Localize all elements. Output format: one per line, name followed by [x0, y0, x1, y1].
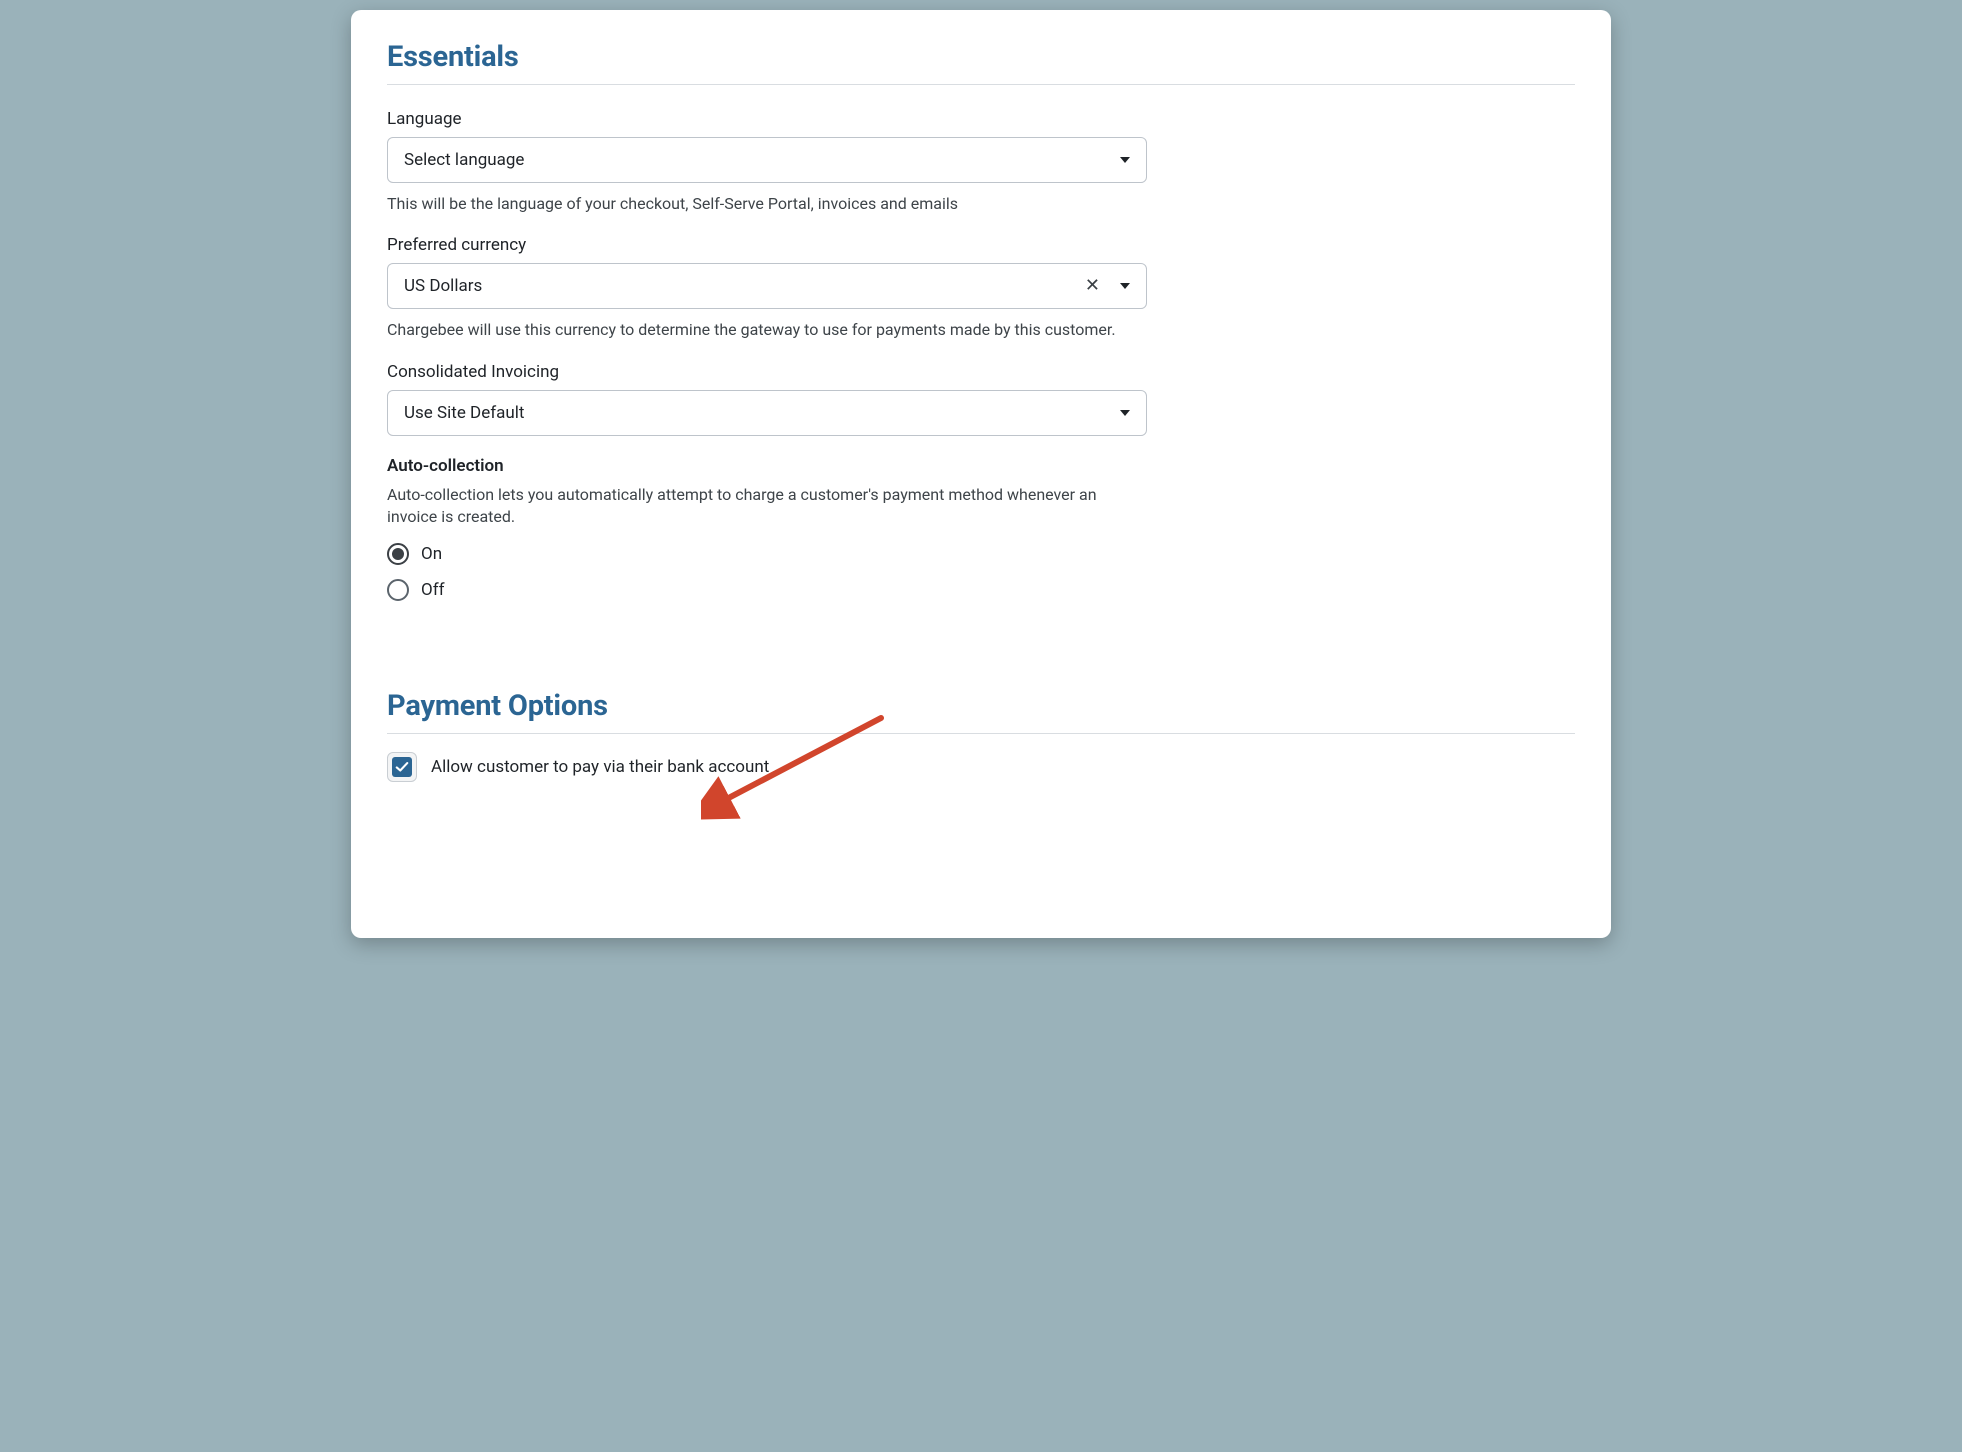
section-divider	[387, 84, 1575, 85]
settings-panel: Essentials Language Select language This…	[351, 10, 1611, 938]
section-divider	[387, 733, 1575, 734]
auto-collection-label: Auto-collection	[387, 456, 1147, 476]
bank-account-checkbox[interactable]	[387, 752, 417, 782]
language-select[interactable]: Select language	[387, 137, 1147, 183]
radio-off[interactable]	[387, 579, 409, 601]
consolidated-group: Consolidated Invoicing Use Site Default	[387, 362, 1147, 436]
auto-collection-help: Auto-collection lets you automatically a…	[387, 484, 1147, 529]
consolidated-label: Consolidated Invoicing	[387, 362, 1147, 382]
essentials-heading: Essentials	[387, 40, 1575, 74]
currency-select-value: US Dollars	[404, 276, 1085, 296]
radio-on[interactable]	[387, 543, 409, 565]
payment-options-heading: Payment Options	[387, 689, 1575, 723]
currency-label: Preferred currency	[387, 235, 1147, 255]
radio-on-label: On	[421, 544, 442, 564]
auto-collection-off-row[interactable]: Off	[387, 579, 1147, 601]
bank-account-checkbox-row[interactable]: Allow customer to pay via their bank acc…	[387, 752, 1575, 782]
radio-off-label: Off	[421, 580, 445, 600]
check-icon	[395, 760, 409, 774]
language-label: Language	[387, 109, 1147, 129]
currency-group: Preferred currency US Dollars ✕ Chargebe…	[387, 235, 1147, 341]
language-group: Language Select language This will be th…	[387, 109, 1147, 215]
clear-icon[interactable]: ✕	[1085, 277, 1100, 295]
currency-select[interactable]: US Dollars ✕	[387, 263, 1147, 309]
auto-collection-group: Auto-collection Auto-collection lets you…	[387, 456, 1147, 601]
language-help: This will be the language of your checko…	[387, 193, 1147, 215]
language-select-value: Select language	[404, 150, 1110, 170]
consolidated-select-value: Use Site Default	[404, 403, 1110, 423]
caret-down-icon	[1120, 283, 1130, 289]
bank-account-label: Allow customer to pay via their bank acc…	[431, 757, 769, 777]
caret-down-icon	[1120, 157, 1130, 163]
currency-help: Chargebee will use this currency to dete…	[387, 319, 1147, 341]
caret-down-icon	[1120, 410, 1130, 416]
consolidated-select[interactable]: Use Site Default	[387, 390, 1147, 436]
auto-collection-on-row[interactable]: On	[387, 543, 1147, 565]
